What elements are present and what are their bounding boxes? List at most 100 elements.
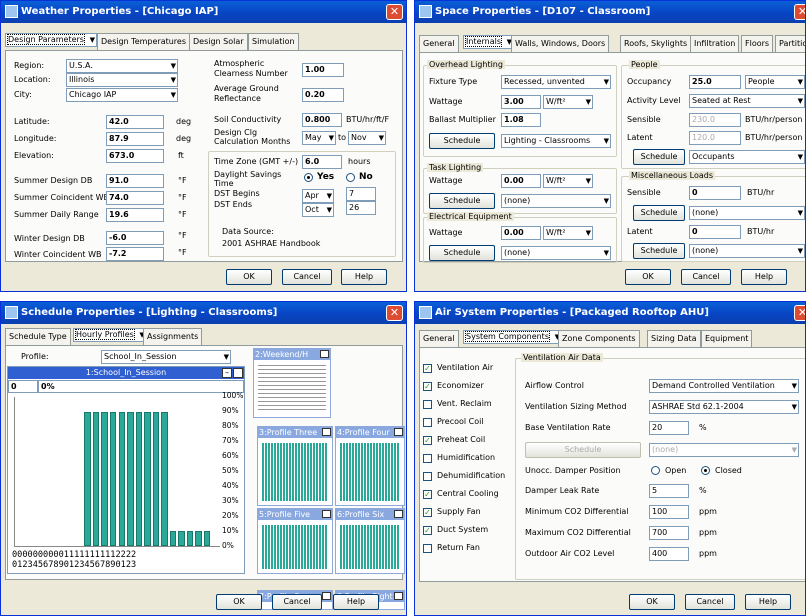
elec-wattage-unit-select[interactable]: W/ft²: [543, 226, 593, 240]
profile-bar[interactable]: [127, 411, 134, 546]
fixture-select[interactable]: Recessed, unvented: [501, 75, 611, 89]
elec-schedule-button[interactable]: Schedule: [429, 245, 495, 261]
ok-button[interactable]: OK: [226, 269, 272, 285]
elec-schedule-select[interactable]: (none): [501, 246, 611, 260]
maximize-icon[interactable]: [394, 428, 403, 436]
longitude-input[interactable]: 87.9: [106, 132, 164, 146]
cancel-button[interactable]: Cancel: [272, 594, 322, 610]
minimize-icon[interactable]: –: [222, 368, 232, 378]
help-button[interactable]: Help: [333, 594, 379, 610]
profile-bar[interactable]: [178, 531, 185, 546]
month-from-select[interactable]: May: [302, 131, 336, 145]
dst-yes-radio[interactable]: [304, 173, 313, 182]
tab-assignments[interactable]: Assignments: [143, 328, 203, 345]
maximize-icon[interactable]: [394, 510, 403, 518]
reflectance-input[interactable]: 0.20: [302, 88, 344, 102]
occupancy-input[interactable]: 25.0: [689, 75, 741, 89]
region-select[interactable]: U.S.A.: [66, 59, 178, 73]
tab-roofs-skylights[interactable]: Roofs, Skylights: [620, 35, 692, 52]
misc-sensible-schedule-button[interactable]: Schedule: [633, 205, 685, 221]
profile-bar[interactable]: [101, 411, 108, 546]
profile-bar[interactable]: [144, 411, 151, 546]
tab-infiltration[interactable]: Infiltration: [690, 35, 740, 52]
maximize-icon[interactable]: [233, 368, 243, 378]
leak-rate-input[interactable]: 5: [649, 484, 689, 498]
sizing-method-select[interactable]: ASHRAE Std 62.1-2004: [649, 400, 799, 414]
cancel-button[interactable]: Cancel: [685, 594, 735, 610]
summer-range-input[interactable]: 19.6: [106, 208, 164, 222]
task-schedule-select[interactable]: (none): [501, 194, 611, 208]
summer-db-input[interactable]: 91.0: [106, 174, 164, 188]
component-checkbox[interactable]: ✓: [423, 490, 432, 499]
cancel-button[interactable]: Cancel: [681, 269, 731, 285]
tab-partitions[interactable]: Partitions: [775, 35, 805, 52]
profile-bar[interactable]: [84, 411, 91, 546]
tab-design-temperatures[interactable]: Design Temperatures: [97, 33, 191, 50]
cancel-button[interactable]: Cancel: [282, 269, 332, 285]
maximize-icon[interactable]: [322, 428, 331, 436]
tab-hourly-profiles[interactable]: Hourly Profiles: [73, 328, 147, 342]
tab-zone-components[interactable]: Zone Components: [558, 330, 640, 347]
weather-titlebar[interactable]: Weather Properties - [Chicago IAP]: [1, 1, 406, 23]
profile-thumb-6[interactable]: 6:Profile Six: [335, 508, 405, 574]
tab-internals[interactable]: Internals: [463, 35, 514, 49]
misc-latent-schedule-button[interactable]: Schedule: [633, 243, 685, 259]
tab-simulation[interactable]: Simulation: [248, 33, 299, 50]
tab-schedule-type[interactable]: Schedule Type: [5, 328, 71, 345]
lighting-schedule-button[interactable]: Schedule: [429, 133, 495, 149]
help-button[interactable]: Help: [741, 269, 787, 285]
maximize-icon[interactable]: [394, 592, 403, 600]
maximize-icon[interactable]: [322, 592, 331, 600]
profile-bar[interactable]: [109, 411, 117, 546]
airflow-select[interactable]: Demand Controlled Ventilation: [649, 379, 799, 393]
profile-bar[interactable]: [203, 531, 211, 546]
maximize-icon[interactable]: [322, 510, 331, 518]
dst-ends-month-select[interactable]: Oct: [302, 203, 334, 217]
elec-wattage-input[interactable]: 0.00: [501, 226, 541, 240]
misc-latent-schedule-select[interactable]: (none): [689, 244, 805, 258]
hour-field[interactable]: 0: [8, 380, 38, 393]
profile-bar[interactable]: [186, 531, 194, 546]
summer-wb-input[interactable]: 74.0: [106, 191, 164, 205]
close-icon[interactable]: ✕: [794, 4, 805, 20]
tab-walls-windows-doors[interactable]: Walls, Windows, Doors: [511, 35, 610, 52]
city-select[interactable]: Chicago IAP: [66, 88, 178, 102]
tab-design-solar[interactable]: Design Solar: [189, 33, 248, 50]
outdoor-co2-input[interactable]: 400: [649, 547, 689, 561]
profile-thumb-4[interactable]: 4:Profile Four: [335, 426, 405, 506]
people-schedule-select[interactable]: Occupants: [689, 150, 805, 164]
component-checkbox[interactable]: [423, 472, 432, 481]
task-wattage-unit-select[interactable]: W/ft²: [543, 174, 593, 188]
damper-closed-radio[interactable]: [701, 466, 710, 475]
people-schedule-button[interactable]: Schedule: [633, 149, 685, 165]
latitude-input[interactable]: 42.0: [106, 115, 164, 129]
soil-input[interactable]: 0.800: [302, 113, 342, 127]
component-checkbox[interactable]: ✓: [423, 382, 432, 391]
component-checkbox[interactable]: [423, 544, 432, 553]
profile-thumb-5[interactable]: 5:Profile Five: [257, 508, 333, 574]
ventilation-schedule-button[interactable]: Schedule: [525, 442, 641, 458]
activity-select[interactable]: Seated at Rest: [689, 94, 805, 108]
task-wattage-input[interactable]: 0.00: [501, 174, 541, 188]
dst-begins-day-input[interactable]: 7: [346, 187, 376, 201]
component-checkbox[interactable]: ✓: [423, 364, 432, 373]
max-co2-input[interactable]: 700: [649, 526, 689, 540]
space-titlebar[interactable]: Space Properties - [D107 - Classroom]: [415, 1, 805, 23]
ventilation-schedule-select[interactable]: (none): [649, 443, 799, 457]
profile-bar[interactable]: [92, 411, 100, 546]
ok-button[interactable]: OK: [625, 269, 671, 285]
profile-bar[interactable]: [195, 531, 202, 546]
base-rate-input[interactable]: 20: [649, 421, 689, 435]
profile-bar[interactable]: [118, 411, 126, 546]
value-field[interactable]: 0%: [38, 380, 244, 393]
component-checkbox[interactable]: [423, 400, 432, 409]
elevation-input[interactable]: 673.0: [106, 149, 164, 163]
component-checkbox[interactable]: ✓: [423, 526, 432, 535]
min-co2-input[interactable]: 100: [649, 505, 689, 519]
task-schedule-button[interactable]: Schedule: [429, 193, 495, 209]
schedule-titlebar[interactable]: Schedule Properties - [Lighting - Classr…: [1, 302, 406, 324]
damper-open-radio[interactable]: [651, 466, 660, 475]
dst-no-radio[interactable]: [346, 173, 355, 182]
location-select[interactable]: Illinois: [66, 73, 178, 87]
profile-thumb-3[interactable]: 3:Profile Three: [257, 426, 333, 506]
